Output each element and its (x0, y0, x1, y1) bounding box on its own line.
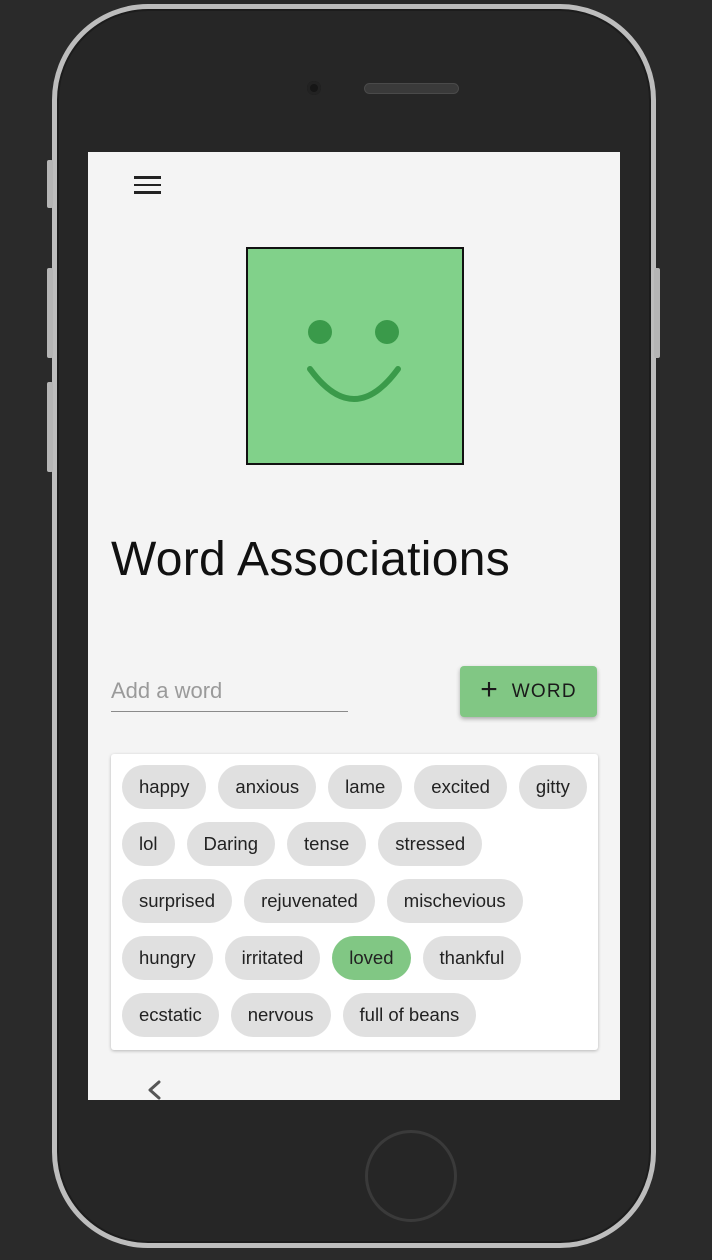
home-button[interactable] (365, 1130, 457, 1222)
mute-switch (47, 160, 53, 208)
word-chip[interactable]: mischevious (386, 879, 523, 923)
word-chip[interactable]: lame (328, 765, 403, 809)
word-chip[interactable]: anxious (218, 765, 317, 809)
word-chip[interactable]: tense (287, 822, 367, 866)
chevron-left-icon[interactable] (143, 1078, 167, 1100)
word-chip[interactable]: hungry (122, 936, 213, 980)
word-chip-list: happy anxious lame excited gitty lol Daring ten… (111, 754, 598, 1050)
page-title: Word Associations (111, 533, 511, 586)
word-chip[interactable]: ecstatic (122, 993, 219, 1037)
app-screen: Word Associations + WORD happyanxiouslam… (88, 152, 620, 1100)
word-chip[interactable]: stressed (378, 822, 483, 866)
hamburger-menu-icon[interactable] (134, 176, 161, 194)
volume-down-button (47, 382, 53, 472)
word-chip[interactable]: full of beans (342, 993, 477, 1037)
mood-face-tile (246, 247, 464, 465)
front-camera (307, 81, 321, 95)
word-chip[interactable]: gitty (518, 765, 587, 809)
power-button (654, 268, 660, 358)
word-chip[interactable]: excited (414, 765, 507, 809)
smile-mouth (307, 366, 401, 402)
earpiece-speaker (364, 83, 459, 94)
word-chip[interactable]: Daring (186, 822, 276, 866)
word-chip[interactable]: thankful (422, 936, 522, 980)
add-word-button[interactable]: + WORD (460, 666, 597, 717)
right-eye (375, 320, 399, 344)
word-chip[interactable]: nervous (230, 993, 331, 1037)
add-word-button-label: WORD (511, 680, 577, 702)
word-chip[interactable]: loved (332, 936, 411, 980)
add-word-input[interactable] (111, 670, 348, 712)
smiley-face-icon (307, 320, 401, 402)
plus-icon: + (480, 673, 498, 706)
word-chip[interactable]: happy (122, 765, 207, 809)
word-chip[interactable]: surprised (122, 879, 233, 923)
word-chip[interactable]: irritated (224, 936, 321, 980)
left-eye (308, 320, 332, 344)
volume-up-button (47, 268, 53, 358)
word-chip[interactable]: lol (122, 822, 175, 866)
word-chip[interactable]: rejuvenated (244, 879, 375, 923)
